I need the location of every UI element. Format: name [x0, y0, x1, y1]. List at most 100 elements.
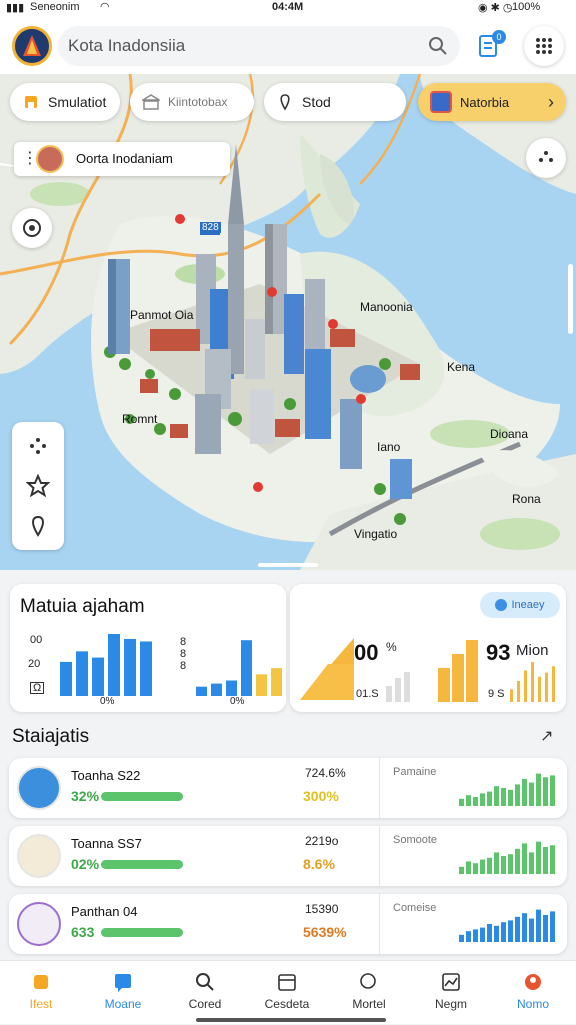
- value-primary-unit: %: [386, 640, 397, 654]
- location-icon[interactable]: [26, 514, 50, 538]
- city-card-title: Oorta Inodaniam: [76, 151, 173, 166]
- spark-bar: [508, 920, 513, 942]
- bar-icon-yellow: [438, 640, 478, 702]
- nav-item[interactable]: Cesdeta: [252, 961, 322, 1025]
- spark-bar: [536, 773, 541, 806]
- value-primary: 00: [354, 640, 379, 665]
- battery-label: 100%: [512, 1, 541, 13]
- right-map-button[interactable]: [526, 138, 566, 178]
- nav-item[interactable]: Ifest: [6, 961, 76, 1025]
- city-map[interactable]: Panmot Oia Manoonia Kena Romnt Dioana Ia…: [0, 74, 576, 570]
- nav-label: Moane: [104, 997, 142, 1011]
- bar-chart-b: [196, 640, 282, 696]
- spark-bar: [543, 847, 548, 874]
- spark-bar: [522, 843, 527, 874]
- stat-value: 724.6%: [305, 766, 346, 780]
- progress-track: [101, 860, 183, 869]
- progress-track: [101, 792, 183, 801]
- home-icon: [34, 975, 48, 989]
- notification-badge: 0: [492, 30, 506, 44]
- menu-button[interactable]: [524, 26, 564, 66]
- spark-bar: [529, 918, 534, 942]
- spark-bar: [515, 784, 520, 806]
- chart-bar: [92, 657, 104, 696]
- house-icon: [17, 834, 61, 878]
- chip-simulation[interactable]: Smulatiot: [10, 83, 120, 121]
- sparkline: [459, 841, 555, 874]
- chart-icon: [442, 973, 460, 991]
- compass-button[interactable]: [12, 208, 52, 248]
- chart-bar: [140, 641, 152, 696]
- city-card[interactable]: ⋮ Oorta Inodaniam: [14, 142, 230, 176]
- chart-bar: [271, 668, 282, 696]
- chip-institution[interactable]: Kiintotobax: [130, 83, 254, 121]
- stat-row[interactable]: Panthan 04 633 15390 5639% Comeise: [9, 894, 567, 954]
- nav-label: Negm: [434, 997, 467, 1011]
- signal-icon: ▮▮▮: [6, 2, 25, 14]
- value-secondary-sub: 9 S: [488, 688, 505, 700]
- clock: 04:4M: [272, 1, 304, 13]
- chart-bar: [531, 662, 534, 702]
- axis-dots: 888: [180, 636, 187, 672]
- chip-stud[interactable]: Stod: [264, 83, 406, 121]
- filter-chip[interactable]: Ineaey: [480, 592, 560, 618]
- document-button[interactable]: 0: [478, 30, 506, 60]
- wifi-icon: ◠: [100, 1, 110, 13]
- stat-value: 2219o: [305, 834, 339, 848]
- bar-chart-a: [60, 634, 152, 696]
- pin-icon: [280, 94, 290, 111]
- nav-item[interactable]: Cored: [170, 961, 240, 1025]
- chart-bar: [545, 672, 548, 702]
- nav-item[interactable]: Negm: [416, 961, 486, 1025]
- bottom-nav: Ifest Moane Cored Cesdeta Mortel Negm Nomo: [0, 960, 576, 1024]
- stat-name: Toanna SS7: [71, 836, 142, 851]
- spark-bar: [501, 922, 506, 942]
- dots-icon[interactable]: [26, 434, 50, 458]
- top-bar: 0: [0, 16, 576, 74]
- map-label: Panmot Oia: [130, 308, 194, 322]
- progress-track: [101, 928, 183, 937]
- search-bar[interactable]: [58, 26, 460, 66]
- spark-bar: [508, 854, 513, 874]
- stat-row[interactable]: Toanna SS7 02% 2219o 8.6% Somoote: [9, 826, 567, 886]
- route-sign: 828: [200, 222, 221, 233]
- bar-chart-c: [510, 662, 555, 702]
- chart-bar: [226, 680, 237, 696]
- stat-name: Panthan 04: [71, 904, 138, 919]
- home-indicator: [196, 1018, 386, 1022]
- sparkline: [459, 909, 555, 942]
- spark-bar: [466, 795, 471, 806]
- stat-value-pct: 8.6%: [303, 856, 335, 872]
- row-divider: [379, 894, 380, 954]
- axis-tick: 20: [28, 658, 41, 670]
- expand-icon[interactable]: ↗: [540, 726, 553, 746]
- stat-row[interactable]: Toanha S22 32% 724.6% 300% Pamaine: [9, 758, 567, 818]
- nav-item[interactable]: Mortel: [334, 961, 404, 1025]
- stat-name: Toanha S22: [71, 768, 141, 783]
- metrics-card[interactable]: Matuia ajaham 00 20 Ω 0% 888 0%: [10, 584, 286, 712]
- map-label: Vingatio: [354, 527, 398, 541]
- summary-card[interactable]: Ineaey 00 % 01.S 93 Mion 9 S: [290, 584, 566, 712]
- stat-value: 15390: [305, 902, 339, 916]
- nav-label: Mortel: [352, 997, 386, 1011]
- nav-item[interactable]: Moane: [88, 961, 158, 1025]
- chart-bar: [524, 670, 527, 702]
- progress-fill: [101, 860, 183, 869]
- stat-pct: 02%: [71, 856, 100, 872]
- spark-bar: [494, 925, 499, 942]
- search-input[interactable]: [68, 34, 408, 58]
- map-label: Iano: [377, 440, 401, 454]
- star-icon[interactable]: [26, 474, 50, 498]
- calendar-icon: [278, 974, 296, 991]
- mini-bars: [386, 672, 410, 702]
- nav-item[interactable]: Nomo: [498, 961, 568, 1025]
- nav-label: Nomo: [516, 997, 549, 1011]
- spark-bar: [515, 848, 520, 874]
- search-icon[interactable]: [428, 36, 448, 56]
- spark-bar: [508, 789, 513, 806]
- spark-bar: [543, 777, 548, 806]
- chip-featured[interactable]: Natorbia ›: [418, 83, 566, 121]
- map-handle[interactable]: [258, 563, 318, 567]
- axis-tick: Ω: [30, 682, 45, 694]
- app-logo-icon[interactable]: [12, 26, 52, 66]
